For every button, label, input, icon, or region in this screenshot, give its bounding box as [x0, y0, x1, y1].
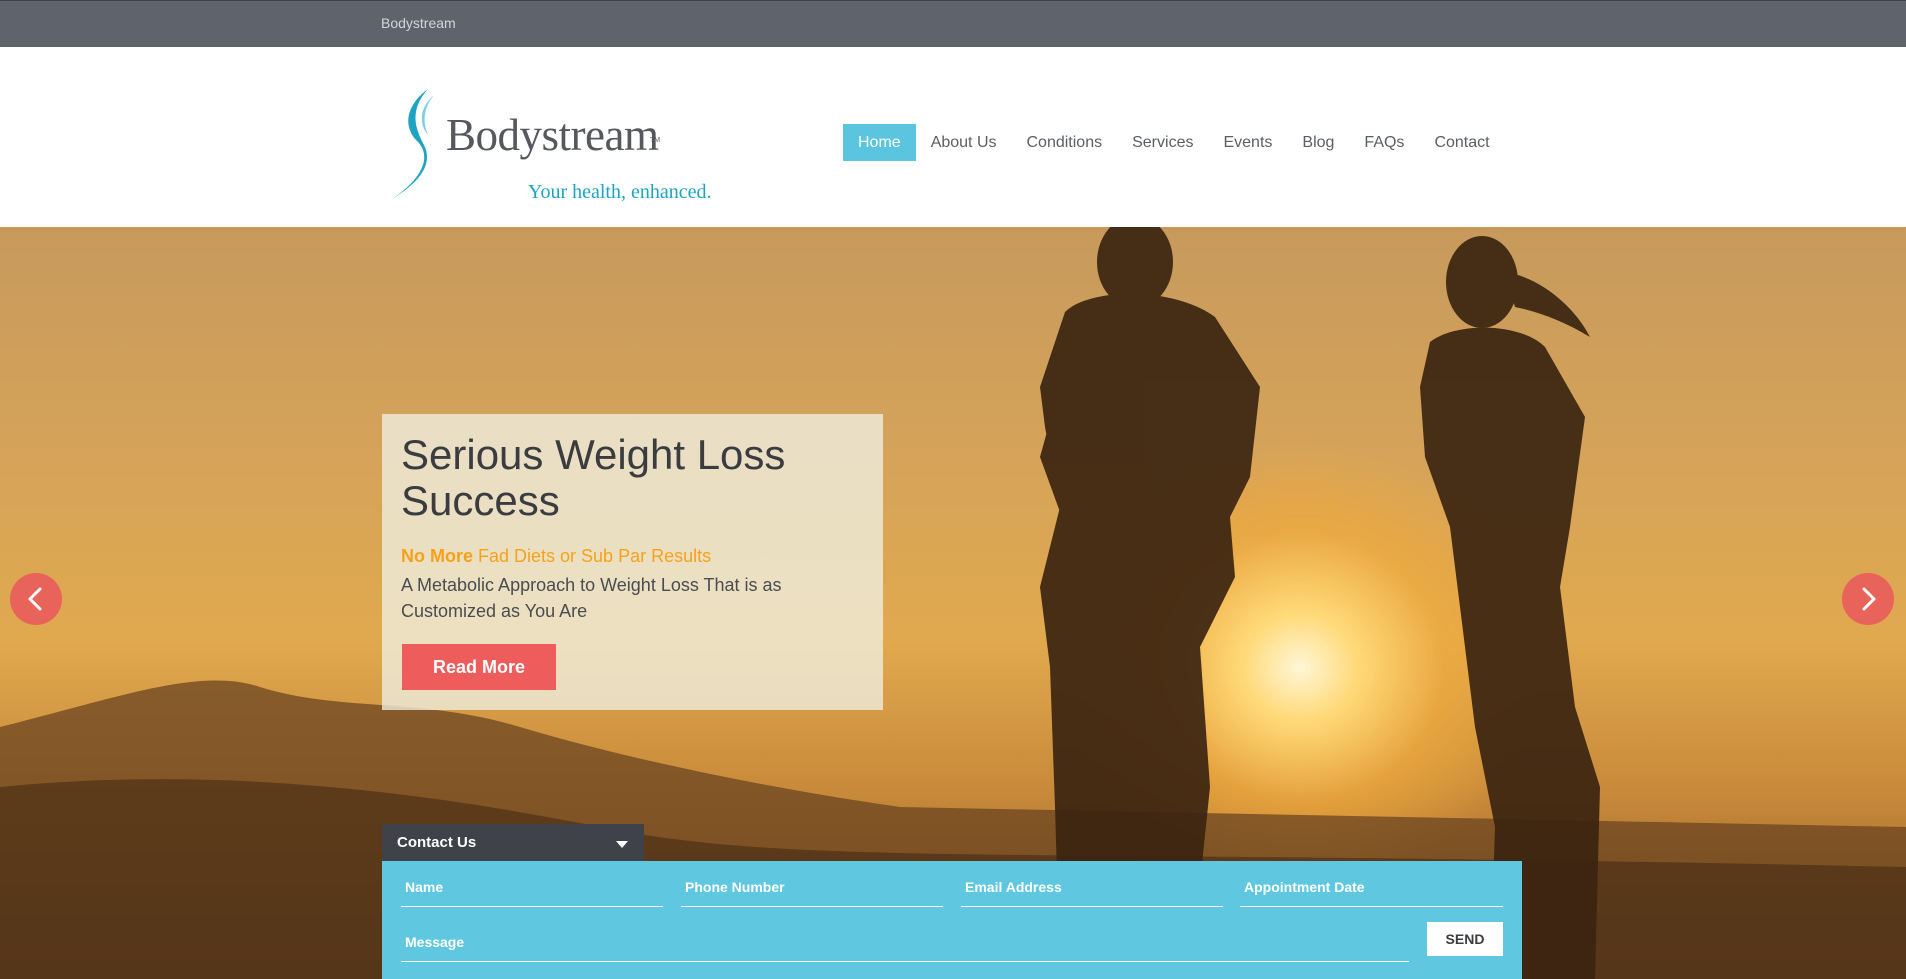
- slide-caption: Serious Weight Loss Success No More Fad …: [382, 414, 883, 710]
- caret-down-icon: [616, 841, 628, 848]
- logo-tagline: Your health, enhanced.: [528, 181, 712, 203]
- hero-slider: Serious Weight Loss Success No More Fad …: [0, 227, 1906, 979]
- slide-subtitle: No More Fad Diets or Sub Par Results: [401, 546, 711, 567]
- nav-item-conditions[interactable]: Conditions: [1012, 124, 1118, 161]
- slide-subtitle-rest: Fad Diets or Sub Par Results: [473, 546, 712, 566]
- contact-form: SEND: [382, 861, 1522, 979]
- phone-field[interactable]: [681, 867, 943, 907]
- logo-trademark: TM: [650, 137, 661, 144]
- slide-subtitle-bold: No More: [401, 546, 473, 566]
- slide-text: A Metabolic Approach to Weight Loss That…: [401, 575, 782, 621]
- chevron-right-icon: [1862, 587, 1876, 611]
- logo-swoosh-icon: [392, 89, 434, 199]
- appointment-date-field[interactable]: [1240, 867, 1503, 907]
- nav-item-contact[interactable]: Contact: [1419, 124, 1504, 161]
- site-header: Bodystream TM Your health, enhanced. Hom…: [0, 47, 1906, 227]
- contact-us-toggle[interactable]: Contact Us: [382, 824, 644, 861]
- top-bar-brand[interactable]: Bodystream: [381, 15, 456, 31]
- slider-next-button[interactable]: [1842, 573, 1894, 625]
- top-bar: Bodystream: [0, 0, 1906, 47]
- logo-name: Bodystream: [446, 110, 659, 160]
- nav-item-services[interactable]: Services: [1117, 124, 1208, 161]
- name-field[interactable]: [401, 867, 663, 907]
- nav-item-faqs[interactable]: FAQs: [1349, 124, 1419, 161]
- send-button[interactable]: SEND: [1427, 922, 1503, 956]
- read-more-button[interactable]: Read More: [402, 644, 556, 690]
- main-nav: Home About Us Conditions Services Events…: [843, 124, 1505, 164]
- nav-item-about-us[interactable]: About Us: [916, 124, 1012, 161]
- nav-item-blog[interactable]: Blog: [1287, 124, 1349, 161]
- nav-item-home[interactable]: Home: [843, 124, 916, 161]
- email-field[interactable]: [961, 867, 1223, 907]
- site-logo[interactable]: Bodystream TM Your health, enhanced.: [388, 87, 728, 203]
- contact-us-label: Contact Us: [397, 834, 477, 851]
- nav-item-events[interactable]: Events: [1208, 124, 1287, 161]
- slider-prev-button[interactable]: [10, 573, 62, 625]
- chevron-left-icon: [28, 587, 42, 611]
- slide-title: Serious Weight Loss Success: [401, 431, 786, 524]
- message-field[interactable]: [401, 922, 1409, 962]
